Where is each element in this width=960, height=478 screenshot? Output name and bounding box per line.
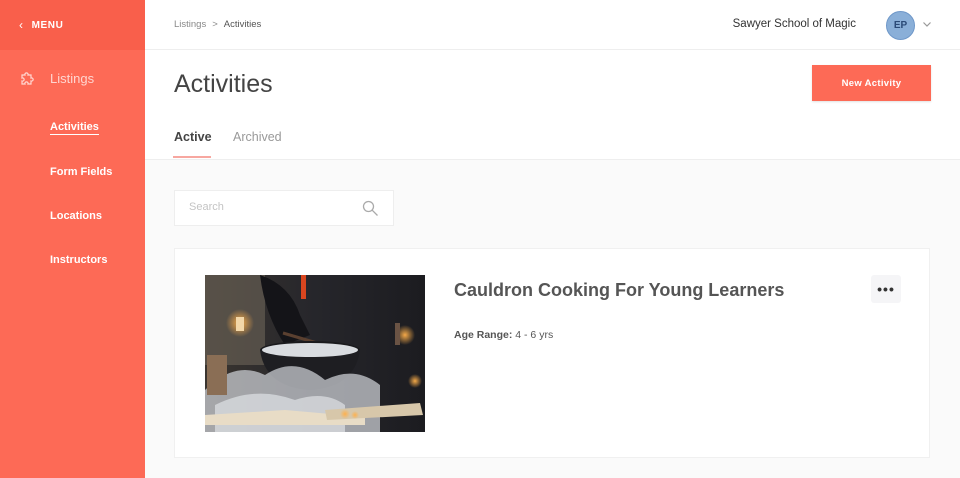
breadcrumb: Listings > Activities	[174, 19, 261, 30]
activity-thumbnail	[205, 275, 425, 432]
sidebar-item-label: Activities	[50, 121, 99, 135]
age-range: Age Range: 4 - 6 yrs	[454, 329, 553, 341]
menu-toggle-button[interactable]: ‹ MENU	[0, 0, 145, 50]
activity-title[interactable]: Cauldron Cooking For Young Learners	[454, 280, 784, 301]
more-options-button[interactable]: •••	[871, 275, 901, 303]
menu-label: MENU	[31, 19, 64, 31]
organization-name: Sawyer School of Magic	[732, 18, 856, 30]
chevron-down-icon[interactable]	[922, 19, 932, 29]
breadcrumb-link-listings[interactable]: Listings	[174, 19, 206, 30]
sidebar-item-label: Instructors	[50, 254, 108, 266]
sidebar-item-form-fields[interactable]: Form Fields	[0, 150, 145, 194]
cauldron-image	[205, 275, 425, 432]
sidebar-item-label: Locations	[50, 210, 102, 222]
page-header: Activities New Activity Active Archived	[145, 50, 960, 160]
search-box	[174, 190, 394, 226]
search-input[interactable]	[189, 201, 349, 213]
sidebar-item-instructors[interactable]: Instructors	[0, 238, 145, 282]
breadcrumb-current: Activities	[223, 19, 262, 30]
active-tab-indicator	[173, 156, 211, 158]
age-range-value: 4 - 6 yrs	[515, 329, 554, 341]
age-range-label: Age Range:	[454, 329, 513, 341]
activity-card[interactable]: Cauldron Cooking For Young Learners Age …	[174, 248, 930, 458]
sidebar-item-locations[interactable]: Locations	[0, 194, 145, 238]
search-icon[interactable]	[362, 200, 379, 217]
sidebar-item-activities[interactable]: Activities	[0, 106, 145, 150]
puzzle-icon	[21, 72, 34, 85]
avatar[interactable]: EP	[886, 11, 915, 40]
breadcrumb-separator: >	[212, 19, 218, 30]
chevron-left-icon: ‹	[19, 18, 24, 32]
tab-archived[interactable]: Archived	[233, 130, 282, 144]
sidebar: ‹ MENU Listings Activities Form Fields L…	[0, 0, 145, 478]
sidebar-section-listings: Listings	[0, 50, 145, 106]
top-bar: Listings > Activities Sawyer School of Mag…	[145, 0, 960, 50]
page-title: Activities	[174, 70, 273, 98]
new-activity-button[interactable]: New Activity	[812, 65, 931, 101]
tab-active[interactable]: Active	[174, 130, 212, 144]
sidebar-item-label: Form Fields	[50, 166, 113, 178]
sidebar-section-label: Listings	[50, 70, 95, 86]
